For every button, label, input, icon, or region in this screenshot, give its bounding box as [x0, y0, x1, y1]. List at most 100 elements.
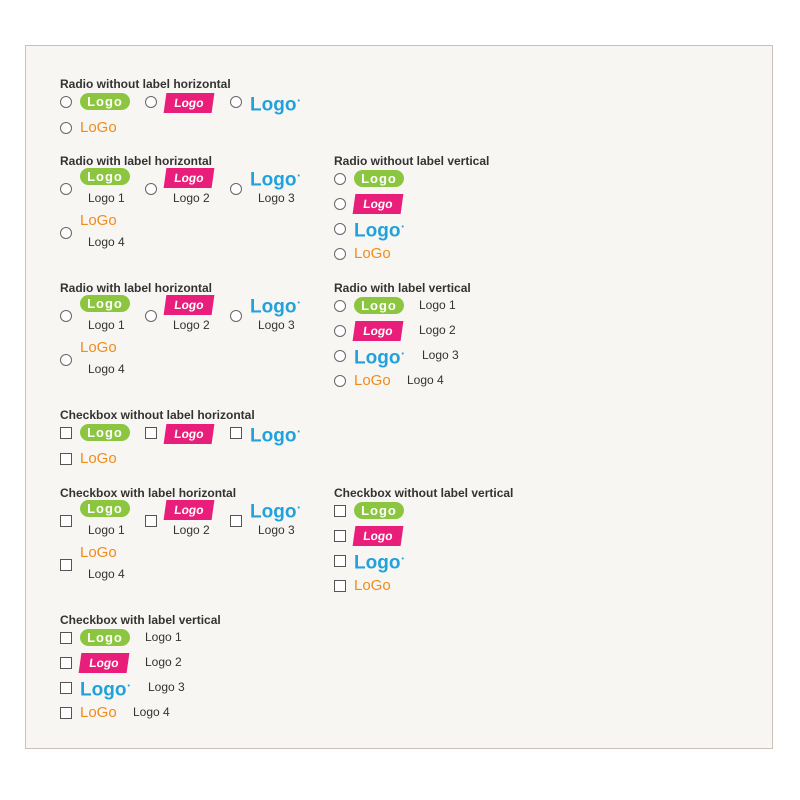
- blue-logo-icon: Logo•: [80, 676, 130, 700]
- section-title: Checkbox without label vertical: [334, 486, 514, 500]
- section-9: Checkbox with label vertical Logo Logo 1 Lo…: [60, 613, 221, 721]
- checkbox[interactable]: [145, 427, 157, 439]
- checkbox[interactable]: [60, 682, 72, 694]
- option-label: Logo 4: [88, 235, 125, 249]
- pink-logo-icon: Logo: [78, 653, 130, 673]
- logo-text: LoGo: [354, 372, 391, 389]
- checkbox[interactable]: [334, 555, 346, 567]
- logo-dot-icon: •: [127, 683, 130, 690]
- option-label: Logo 3: [148, 680, 185, 694]
- orange-logo-icon: LoGo: [80, 450, 120, 468]
- radio-button[interactable]: [145, 310, 157, 322]
- radio-button[interactable]: [334, 350, 346, 362]
- radio-button[interactable]: [230, 310, 242, 322]
- option-label: Logo 1: [88, 191, 125, 205]
- orange-logo-icon: LoGo: [354, 245, 394, 263]
- radio-button[interactable]: [60, 96, 72, 108]
- logo-text: Logo: [88, 656, 120, 670]
- blue-logo-icon: Logo•: [354, 344, 404, 368]
- logo-text: Logo: [361, 171, 397, 186]
- checkbox[interactable]: [60, 707, 72, 719]
- logo-text: Logo: [173, 171, 205, 185]
- checkbox[interactable]: [60, 515, 72, 527]
- radio-button[interactable]: [334, 248, 346, 260]
- logo-text: Logo: [87, 630, 123, 645]
- radio-button[interactable]: [334, 198, 346, 210]
- radio-button[interactable]: [334, 325, 346, 337]
- section-title: Radio without label vertical: [334, 154, 490, 168]
- radio-button[interactable]: [230, 96, 242, 108]
- radio-button[interactable]: [334, 223, 346, 235]
- section-2: Radio with label horizontal Logo Logo 1 Log…: [60, 154, 300, 249]
- pink-logo-icon: Logo: [163, 295, 215, 315]
- checkbox[interactable]: [334, 580, 346, 592]
- blue-logo-icon: Logo•: [354, 549, 404, 574]
- radio-button[interactable]: [145, 183, 157, 195]
- checkbox[interactable]: [334, 530, 346, 542]
- radio-button[interactable]: [60, 354, 72, 366]
- option-label: Logo 1: [145, 630, 182, 644]
- section-3: Radio without label vertical Logo Logo Logo…: [334, 154, 490, 262]
- option-label: Logo 4: [407, 373, 444, 387]
- logo-text: Logo: [354, 552, 401, 574]
- radio-button[interactable]: [334, 375, 346, 387]
- radio-button[interactable]: [334, 173, 346, 185]
- radio-button[interactable]: [230, 183, 242, 195]
- checkbox[interactable]: [334, 505, 346, 517]
- option-label: Logo 2: [419, 323, 456, 337]
- radio-button[interactable]: [60, 310, 72, 322]
- logo-dot-icon: •: [297, 300, 300, 307]
- logo-text: Logo: [250, 94, 297, 116]
- orange-logo-icon: LoGo: [354, 372, 394, 390]
- logo-dot-icon: •: [401, 351, 404, 358]
- logo-text: LoGo: [80, 544, 117, 561]
- section-5: Radio with label vertical Logo Logo 1 Logo L…: [334, 281, 471, 389]
- logo-text: Logo: [361, 298, 397, 313]
- checkbox[interactable]: [60, 453, 72, 465]
- checkbox[interactable]: [230, 427, 242, 439]
- logo-text: LoGo: [80, 450, 117, 467]
- logo-dot-icon: •: [297, 505, 300, 512]
- section-title: Checkbox without label horizontal: [60, 408, 255, 422]
- logo-text: Logo: [250, 501, 297, 523]
- logo-text: Logo: [362, 324, 394, 338]
- orange-logo-icon: LoGo: [80, 339, 120, 357]
- option-label: Logo 4: [133, 705, 170, 719]
- logo-text: Logo: [173, 503, 205, 517]
- green-logo-icon: Logo: [80, 500, 130, 517]
- section-title: Radio without label horizontal: [60, 77, 231, 91]
- checkbox[interactable]: [145, 515, 157, 527]
- pink-logo-icon: Logo: [352, 194, 404, 214]
- logo-text: Logo: [87, 94, 123, 109]
- radio-button[interactable]: [60, 183, 72, 195]
- section-4: Radio with label horizontal Logo Logo 1 Log…: [60, 281, 300, 376]
- option-label: Logo 3: [422, 348, 459, 362]
- checkbox[interactable]: [60, 427, 72, 439]
- logo-text: Logo: [362, 529, 394, 543]
- checkbox[interactable]: [60, 632, 72, 644]
- option-label: Logo 3: [258, 318, 295, 332]
- radio-button[interactable]: [60, 227, 72, 239]
- radio-button[interactable]: [60, 122, 72, 134]
- orange-logo-icon: LoGo: [80, 119, 120, 137]
- orange-logo-icon: LoGo: [354, 577, 394, 595]
- radio-button[interactable]: [334, 300, 346, 312]
- logo-text: Logo: [87, 501, 123, 516]
- checkbox[interactable]: [60, 559, 72, 571]
- logo-text: Logo: [250, 425, 297, 447]
- logo-text: Logo: [361, 503, 397, 518]
- option-label: Logo 3: [258, 191, 295, 205]
- radio-button[interactable]: [145, 96, 157, 108]
- green-logo-icon: Logo: [354, 170, 404, 187]
- section-6: Checkbox without label horizontal Logo Log…: [60, 408, 300, 467]
- section-title: Checkbox with label vertical: [60, 613, 221, 627]
- logo-text: Logo: [173, 96, 205, 110]
- orange-logo-icon: LoGo: [80, 212, 120, 230]
- logo-text: LoGo: [80, 339, 117, 356]
- checkbox[interactable]: [230, 515, 242, 527]
- logo-dot-icon: •: [297, 173, 300, 180]
- green-logo-icon: Logo: [80, 168, 130, 185]
- section-1: Radio without label horizontal Logo Logo Lo…: [60, 77, 300, 136]
- logo-text: LoGo: [354, 577, 391, 594]
- checkbox[interactable]: [60, 657, 72, 669]
